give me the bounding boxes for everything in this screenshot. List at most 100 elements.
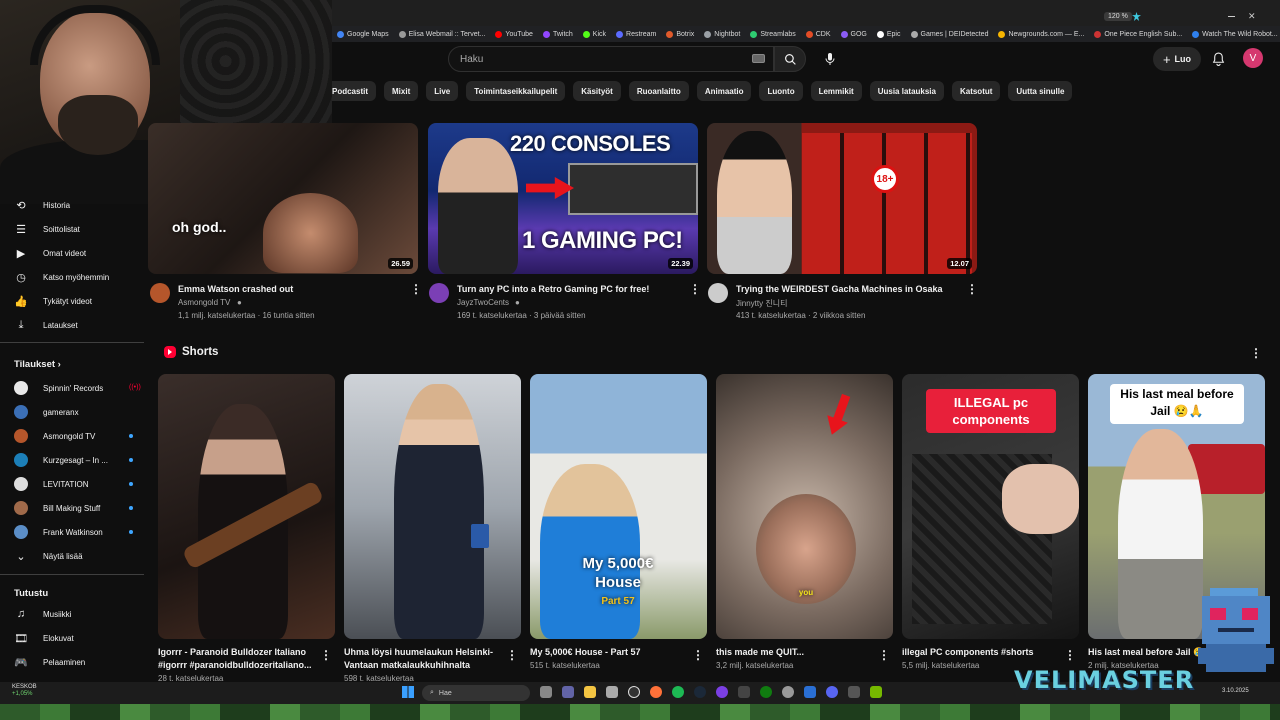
bookmark-item[interactable]: CDK (801, 30, 836, 38)
more-options-icon[interactable]: ⋮ (692, 649, 704, 661)
discord-icon[interactable] (826, 686, 838, 698)
windows-start-icon[interactable] (402, 686, 414, 698)
obs-icon[interactable] (628, 686, 640, 698)
sidebar-item[interactable]: ⤓ Lataukset (14, 317, 78, 333)
explore-item[interactable]: ♫ Musiikki (14, 606, 72, 622)
close-icon[interactable]: ✕ (1248, 11, 1256, 22)
filter-chip[interactable]: Ruoanlaitto (628, 81, 689, 101)
more-options-icon[interactable]: ⋮ (410, 283, 422, 295)
sidebar-item[interactable]: 👍 Tykätyt videot (14, 293, 92, 309)
filter-chip[interactable]: Uutta sinulle (1008, 81, 1073, 101)
bookmark-item[interactable]: Restream (611, 30, 661, 38)
filter-chip[interactable]: Animaatio (696, 81, 752, 101)
subscription-item[interactable]: Asmongold TV (14, 428, 133, 444)
filter-chip[interactable]: Live (426, 81, 459, 101)
bookmark-item[interactable]: GOG (836, 30, 872, 38)
filter-chip[interactable]: Käsityöt (573, 81, 621, 101)
bookmark-item[interactable]: Newgrounds.com — E... (993, 30, 1089, 38)
filter-chip[interactable]: Lemmikit (810, 81, 862, 101)
subscription-item[interactable]: Bill Making Stuff (14, 500, 133, 516)
bookmark-item[interactable]: One Piece English Sub... (1089, 30, 1187, 38)
app-icon[interactable] (738, 686, 750, 698)
more-options-icon[interactable]: ⋮ (689, 283, 701, 295)
system-clock[interactable]: 3.10.2025 (1222, 688, 1249, 695)
file-explorer-icon[interactable] (584, 686, 596, 698)
channel-name[interactable]: Asmongold TV (178, 298, 230, 307)
short-title[interactable]: Uhma löysi huumelaukun Helsinki-Vantaan … (344, 646, 504, 672)
bookmark-item[interactable]: Games | DEIDetected (906, 30, 994, 38)
minimize-icon[interactable] (1228, 16, 1235, 17)
firefox-icon[interactable] (650, 686, 662, 698)
channel-avatar[interactable] (429, 283, 449, 303)
channel-avatar[interactable] (150, 283, 170, 303)
stock-widget[interactable]: KESKOB +1,05% (12, 684, 37, 698)
subscriptions-heading[interactable]: Tilaukset › (14, 359, 61, 370)
filter-chip[interactable]: Luonto (759, 81, 803, 101)
search-button[interactable] (774, 46, 806, 72)
subscription-item[interactable]: LEVITATION (14, 476, 133, 492)
task-view-icon[interactable] (540, 686, 552, 698)
video-thumbnail[interactable]: 220 CONSOLES 1 GAMING PC! 22.39 (428, 123, 698, 274)
app-icon[interactable] (716, 686, 728, 698)
short-thumbnail[interactable] (344, 374, 521, 639)
subscription-item[interactable]: Spinnin' Records ((•)) (14, 380, 141, 396)
video-thumbnail[interactable]: 18+ 12.07 (707, 123, 977, 274)
voice-search-button[interactable] (816, 46, 844, 72)
short-title[interactable]: this made me QUIT... (716, 646, 876, 659)
short-title[interactable]: illegal PC components #shorts (902, 646, 1062, 659)
video-title[interactable]: Trying the WEIRDEST Gacha Machines in Os… (736, 284, 943, 294)
teams-icon[interactable] (562, 686, 574, 698)
sidebar-item[interactable]: ⟲ Historia (14, 197, 70, 213)
subscription-item[interactable]: Frank Watkinson (14, 524, 133, 540)
bookmark-item[interactable]: Streamlabs (745, 30, 800, 38)
app-icon[interactable] (804, 686, 816, 698)
create-button[interactable]: + Luo (1153, 47, 1201, 71)
subscription-item[interactable]: Kurzgesagt – In ... (14, 452, 133, 468)
xbox-icon[interactable] (760, 686, 772, 698)
show-more-button[interactable]: ⌄ Näytä lisää (14, 548, 82, 564)
shorts-more-icon[interactable]: ⋮ (1250, 347, 1262, 359)
account-avatar[interactable]: V (1243, 48, 1263, 68)
zoom-indicator[interactable]: 120 % (1104, 12, 1132, 21)
video-thumbnail[interactable]: oh god.. 26.59 (148, 123, 418, 274)
video-title[interactable]: Turn any PC into a Retro Gaming PC for f… (457, 284, 649, 294)
spotify-icon[interactable] (672, 686, 684, 698)
taskbar-search[interactable]: ⌕ Hae (422, 685, 530, 701)
bookmark-item[interactable]: Watch The Wild Robot... (1187, 30, 1280, 38)
app-icon[interactable] (782, 686, 794, 698)
channel-name[interactable]: JayzTwoCents (457, 298, 509, 307)
video-title[interactable]: Emma Watson crashed out (178, 284, 293, 294)
sidebar-item[interactable]: ▶ Omat videot (14, 245, 86, 261)
app-icon[interactable] (848, 686, 860, 698)
bookmark-item[interactable]: Kick (578, 30, 611, 38)
bookmark-item[interactable]: Elisa Webmail :: Tervet... (394, 30, 491, 38)
bookmark-item[interactable]: Google Maps (332, 30, 394, 38)
short-thumbnail[interactable] (158, 374, 335, 639)
store-icon[interactable] (606, 686, 618, 698)
explore-item[interactable]: 🎮 Pelaaminen (14, 654, 85, 670)
more-options-icon[interactable]: ⋮ (966, 283, 978, 295)
filter-chip[interactable]: Uusia latauksia (869, 81, 944, 101)
short-thumbnail[interactable]: My 5,000€ House Part 57 (530, 374, 707, 639)
bookmark-item[interactable]: Epic (872, 30, 906, 38)
keyboard-icon[interactable] (752, 54, 765, 63)
search-input[interactable]: Haku (448, 46, 774, 72)
more-options-icon[interactable]: ⋮ (1064, 649, 1076, 661)
channel-name[interactable]: Jinnytty 진니티 (736, 298, 787, 309)
short-thumbnail[interactable]: ILLEGAL pc components (902, 374, 1079, 639)
filter-chip[interactable]: Katsotut (951, 81, 1001, 101)
more-options-icon[interactable]: ⋮ (320, 649, 332, 661)
filter-chip[interactable]: Podcastit (332, 81, 377, 101)
bookmark-item[interactable]: Nightbot (699, 30, 745, 38)
filter-chip[interactable]: Toimintaseikkailupelit (466, 81, 566, 101)
explore-item[interactable]: 🎞 Elokuvat (14, 630, 74, 646)
short-title[interactable]: His last meal before Jail 😢🙏 (1088, 646, 1208, 659)
sidebar-item[interactable]: ☰ Soittolistat (14, 221, 80, 237)
bookmark-item[interactable]: YouTube (490, 30, 538, 38)
more-options-icon[interactable]: ⋮ (506, 649, 518, 661)
bookmark-item[interactable]: Botrix (661, 30, 699, 38)
short-title[interactable]: My 5,000€ House - Part 57 (530, 646, 690, 659)
sidebar-item[interactable]: ◷ Katso myöhemmin (14, 269, 109, 285)
steam-icon[interactable] (694, 686, 706, 698)
notifications-button[interactable] (1208, 49, 1228, 69)
